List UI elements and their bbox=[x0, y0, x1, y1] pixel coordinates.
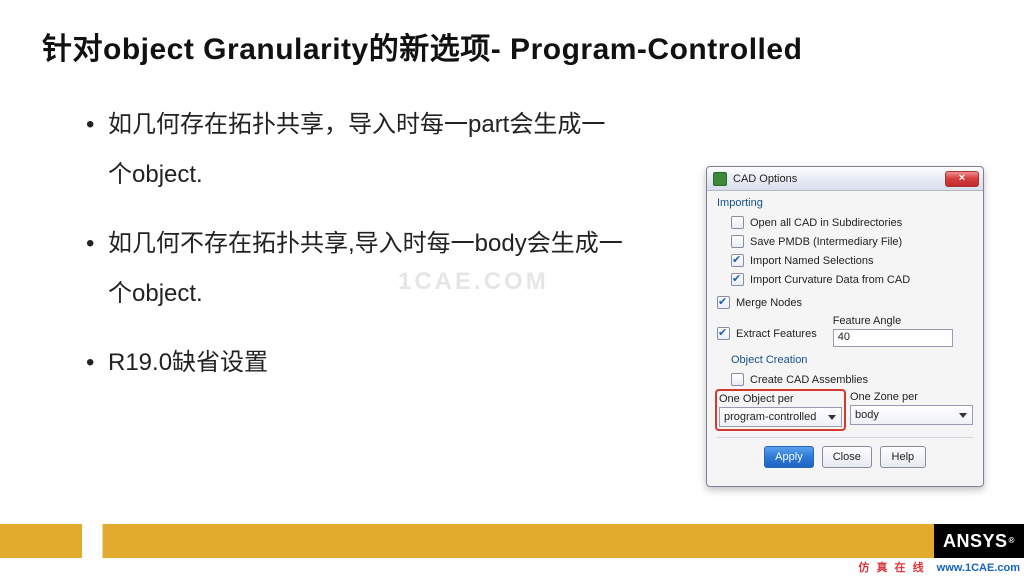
dialog-body: Importing Open all CAD in Subdirectories… bbox=[707, 191, 983, 486]
label-curvature: Import Curvature Data from CAD bbox=[750, 274, 910, 286]
checkbox-merge-nodes[interactable] bbox=[717, 296, 730, 309]
label-merge-nodes: Merge Nodes bbox=[736, 297, 802, 309]
site-url: www.1CAE.com bbox=[937, 562, 1020, 574]
select-one-zone-per[interactable]: body bbox=[850, 405, 973, 425]
close-icon[interactable]: × bbox=[945, 171, 979, 187]
apply-button[interactable]: Apply bbox=[764, 446, 814, 468]
label-open-all: Open all CAD in Subdirectories bbox=[750, 217, 902, 229]
cad-options-dialog: CAD Options × Importing Open all CAD in … bbox=[706, 166, 984, 487]
dialog-titlebar[interactable]: CAD Options × bbox=[707, 167, 983, 191]
checkbox-save-pmdb[interactable] bbox=[731, 235, 744, 248]
bullet-list: 如几何存在拓扑共享，导入时每一part会生成一个object. 如几何不存在拓扑… bbox=[86, 100, 626, 406]
slide-title: 针对object Granularity的新选项- Program-Contro… bbox=[42, 24, 802, 68]
input-feature-angle[interactable]: 40 bbox=[833, 329, 953, 347]
select-one-object-per[interactable]: program-controlled bbox=[719, 407, 842, 427]
help-button[interactable]: Help bbox=[880, 446, 926, 468]
app-icon bbox=[713, 172, 727, 186]
checkbox-curvature[interactable] bbox=[731, 273, 744, 286]
highlight-one-object-per: One Object per program-controlled bbox=[715, 389, 846, 431]
group-importing-label: Importing bbox=[717, 193, 973, 213]
site-name-zh: 仿 真 在 线 bbox=[858, 562, 925, 574]
label-one-object-per: One Object per bbox=[719, 393, 842, 405]
bullet-item: 如几何存在拓扑共享，导入时每一part会生成一个object. bbox=[86, 100, 626, 201]
dialog-title: CAD Options bbox=[733, 173, 945, 185]
label-one-zone-per: One Zone per bbox=[850, 391, 973, 403]
label-named-selections: Import Named Selections bbox=[750, 255, 874, 267]
checkbox-open-all[interactable] bbox=[731, 216, 744, 229]
label-extract-features: Extract Features bbox=[736, 328, 817, 340]
site-tag: 仿 真 在 线 www.1CAE.com bbox=[858, 559, 1020, 575]
group-object-creation-label: Object Creation bbox=[717, 350, 973, 370]
label-save-pmdb: Save PMDB (Intermediary File) bbox=[750, 236, 902, 248]
label-create-assemblies: Create CAD Assemblies bbox=[750, 374, 868, 386]
ansys-logo: ANSYS bbox=[934, 524, 1024, 558]
label-feature-angle: Feature Angle bbox=[833, 315, 953, 327]
bullet-item: 如几何不存在拓扑共享,导入时每一body会生成一个object. bbox=[86, 219, 626, 320]
bullet-item: R19.0缺省设置 bbox=[86, 338, 626, 388]
checkbox-named-selections[interactable] bbox=[731, 254, 744, 267]
close-button[interactable]: Close bbox=[822, 446, 872, 468]
checkbox-create-assemblies[interactable] bbox=[731, 373, 744, 386]
checkbox-extract-features[interactable] bbox=[717, 327, 730, 340]
dialog-button-row: Apply Close Help bbox=[717, 437, 973, 478]
footer-band bbox=[0, 524, 1024, 558]
